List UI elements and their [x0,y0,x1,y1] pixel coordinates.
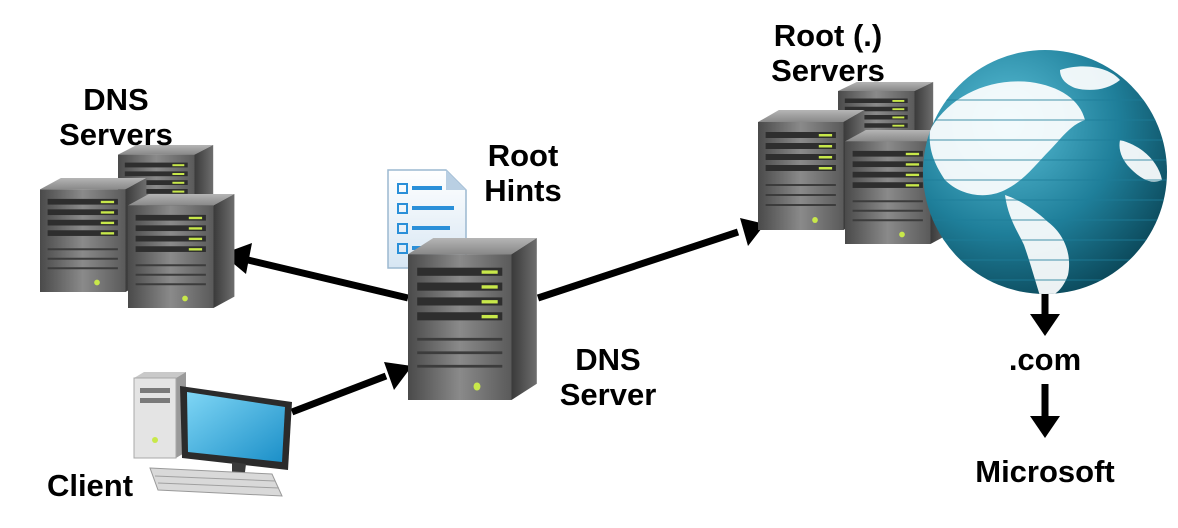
dns-servers-label-line2: Servers [59,117,173,152]
dns-server-label-line2: Server [560,377,657,412]
server-tower-icon [406,236,539,402]
client-label: Client [47,468,133,503]
arrow-com-to-microsoft [1030,384,1060,438]
dns-resolution-diagram: DNS Servers Root Hints Root (.) Servers … [39,18,1167,503]
root-servers-label-line2: Servers [771,53,885,88]
root-hints-label-line2: Hints [484,173,562,208]
central-dns-server [406,236,539,402]
tld-label: .com [1009,342,1081,377]
domain-label: Microsoft [975,454,1115,489]
dns-servers-label-line1: DNS [83,82,148,117]
root-hints-label-line1: Root [488,138,559,173]
root-servers-label-line1: Root (.) [774,18,882,53]
dns-server-label-line1: DNS [575,342,640,377]
arrow-client-to-dns-server [290,362,412,416]
dns-servers-cluster [39,144,236,309]
desktop-computer-icon [133,372,292,497]
globe-icon [923,50,1167,294]
arrow-to-root-servers [536,218,765,302]
arrow-to-dns-servers [222,243,409,302]
server-tower-icon [127,193,236,309]
root-servers-cluster [757,81,953,245]
